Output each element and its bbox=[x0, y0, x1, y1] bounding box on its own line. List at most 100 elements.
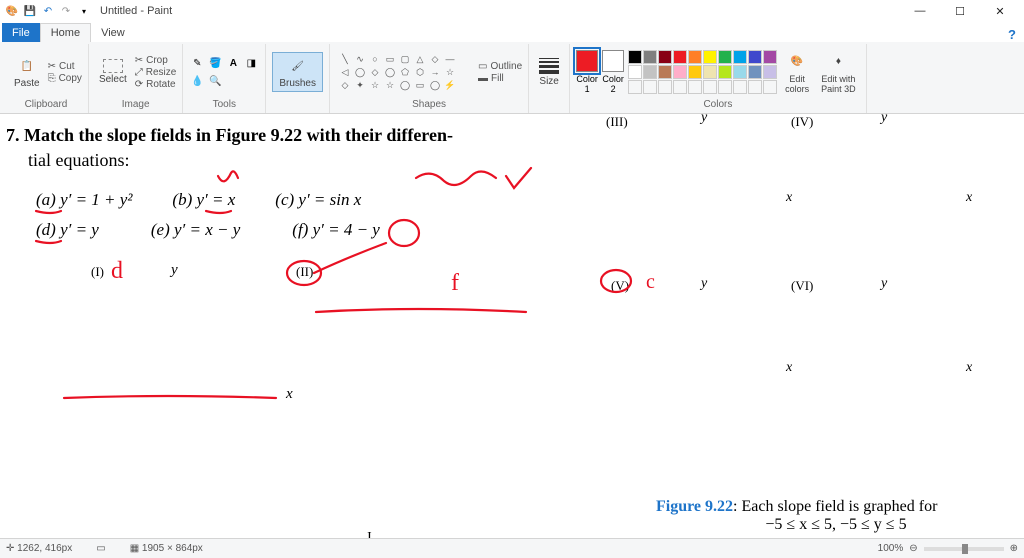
zoom-control: 100% ⊖ ⊕ bbox=[878, 543, 1018, 554]
copy-icon: ⎘ bbox=[48, 73, 56, 84]
group-colors: Color 1 Color 2 🎨 Edit colors ♦ Edit wit… bbox=[570, 44, 867, 113]
resize-button[interactable]: ⤢Resize bbox=[135, 67, 177, 78]
group-image: Select ✂Crop ⤢Resize ⟳Rotate Image bbox=[89, 44, 183, 113]
figure-label: Figure 9.22 bbox=[656, 498, 733, 515]
question-line2: tial equations: bbox=[28, 150, 129, 170]
size-label: Size bbox=[539, 76, 558, 87]
equation-a: (a) y′ = 1 + y² bbox=[36, 190, 132, 210]
cut-icon: ✂ bbox=[48, 61, 56, 72]
tab-home[interactable]: Home bbox=[40, 23, 91, 42]
equation-b: (b) y′ = x bbox=[172, 190, 235, 210]
canvas-area[interactable]: 7. Match the slope fields in Figure 9.22… bbox=[0, 114, 1024, 538]
redo-icon[interactable]: ↷ bbox=[58, 3, 74, 19]
rotate-button[interactable]: ⟳Rotate bbox=[135, 79, 177, 90]
brush-icon: 🖌 bbox=[287, 55, 309, 77]
equations-row2: (d) y′ = y (e) y′ = x − y (f) y′ = 4 − y bbox=[36, 220, 596, 240]
status-cursor: ✛ 1262, 416px bbox=[6, 543, 72, 554]
copy-button[interactable]: ⎘Copy bbox=[48, 73, 82, 84]
select-label: Select bbox=[99, 74, 127, 85]
label-III: (III) bbox=[606, 114, 628, 130]
customize-qat-icon[interactable]: ▾ bbox=[76, 3, 92, 19]
undo-icon[interactable]: ↶ bbox=[40, 3, 56, 19]
status-selection: ▭ bbox=[96, 543, 105, 554]
label-VI: (VI) bbox=[791, 278, 813, 294]
paint3d-button[interactable]: ♦ Edit with Paint 3D bbox=[817, 49, 860, 96]
figure-caption: Figure 9.22: Each slope field is graphed… bbox=[656, 498, 1016, 534]
pencil-tool-icon[interactable]: ✎ bbox=[189, 55, 205, 71]
select-button[interactable]: Select bbox=[95, 57, 131, 87]
crop-button[interactable]: ✂Crop bbox=[135, 55, 177, 66]
axis-y-I: y bbox=[171, 262, 178, 279]
color2-button[interactable]: Color 2 bbox=[602, 50, 624, 94]
magnifier-tool-icon[interactable]: 🔍 bbox=[207, 73, 223, 89]
size-icon bbox=[539, 58, 559, 74]
eraser-tool-icon[interactable]: ◨ bbox=[243, 55, 259, 71]
label-IV: (IV) bbox=[791, 114, 813, 130]
color1-swatch bbox=[576, 50, 598, 72]
status-bar: ✛ 1262, 416px ▭ ▦ 1905 × 864px 100% ⊖ ⊕ bbox=[0, 538, 1024, 558]
question-text: 7. Match the slope fields in Figure 9.22… bbox=[6, 123, 586, 173]
slopefield-VI: (VI) y x bbox=[806, 288, 961, 443]
resize-icon: ⤢ bbox=[135, 67, 143, 78]
equation-d: (d) y′ = y bbox=[36, 220, 99, 240]
maximize-button[interactable]: ☐ bbox=[940, 0, 980, 22]
label-II: (II) bbox=[296, 264, 313, 280]
color1-button[interactable]: Color 1 bbox=[576, 50, 598, 94]
zoom-slider[interactable] bbox=[924, 547, 1004, 551]
window-title: Untitled - Paint bbox=[100, 5, 172, 17]
brushes-label: Brushes bbox=[279, 78, 316, 89]
label-V: (V) bbox=[611, 278, 629, 294]
slopefield-II-svg bbox=[316, 278, 536, 508]
tab-view[interactable]: View bbox=[91, 23, 135, 42]
group-clipboard: 📋 Paste ✂Cut ⎘Copy Clipboard bbox=[4, 44, 89, 113]
axis-x-I: x bbox=[286, 386, 293, 403]
selection-icon: ▭ bbox=[96, 543, 105, 554]
slopefield-IV-svg bbox=[806, 118, 961, 273]
color2-label: Color 2 bbox=[602, 74, 624, 94]
shapes-gallery[interactable]: ╲∿○▭▢△◇— ◁◯◇◯⬠⬡→☆ ◇✦☆☆◯▭◯⚡ bbox=[336, 51, 474, 93]
text-tool-icon[interactable]: A bbox=[225, 55, 241, 71]
ribbon: 📋 Paste ✂Cut ⎘Copy Clipboard Select ✂Cro… bbox=[0, 42, 1024, 114]
zoom-out-button[interactable]: ⊖ bbox=[909, 543, 917, 554]
slopefield-V: (V) y x bbox=[626, 288, 781, 443]
paste-icon: 📋 bbox=[16, 55, 38, 77]
status-size: ▦ 1905 × 864px bbox=[130, 543, 203, 554]
group-clipboard-label: Clipboard bbox=[25, 98, 68, 111]
tab-file[interactable]: File bbox=[2, 23, 40, 42]
slopefield-IV: (IV) y x bbox=[806, 118, 961, 273]
zoom-handle[interactable] bbox=[962, 544, 968, 554]
picker-tool-icon[interactable]: 💧 bbox=[189, 73, 205, 89]
help-icon[interactable]: ? bbox=[1008, 27, 1016, 42]
window-controls: — ☐ ✕ bbox=[900, 0, 1020, 22]
crop-icon: ✂ bbox=[135, 55, 143, 66]
brushes-button[interactable]: 🖌 Brushes bbox=[272, 52, 323, 92]
size-button[interactable]: Size bbox=[535, 56, 563, 89]
close-button[interactable]: ✕ bbox=[980, 0, 1020, 22]
slopefield-VI-svg bbox=[806, 288, 961, 443]
equation-f: (f) y′ = 4 − y bbox=[292, 220, 380, 240]
select-icon bbox=[103, 59, 123, 73]
group-shapes: ╲∿○▭▢△◇— ◁◯◇◯⬠⬡→☆ ◇✦☆☆◯▭◯⚡ ▭Outline ▬Fil… bbox=[330, 44, 529, 113]
fill-tool-icon[interactable]: 🪣 bbox=[207, 55, 223, 71]
annotation-j: J bbox=[366, 530, 372, 538]
outline-icon: ▭ bbox=[478, 61, 487, 72]
color-palette[interactable] bbox=[628, 50, 777, 94]
group-colors-label: Colors bbox=[703, 98, 732, 111]
question-number: 7. Match the slope fields in Figure 9.22… bbox=[6, 125, 453, 145]
slopefield-III-svg bbox=[626, 118, 781, 273]
paint-canvas[interactable]: 7. Match the slope fields in Figure 9.22… bbox=[6, 118, 1018, 538]
save-icon[interactable]: 💾 bbox=[22, 3, 38, 19]
zoom-label: 100% bbox=[878, 543, 904, 554]
edit-colors-button[interactable]: 🎨 Edit colors bbox=[781, 49, 813, 96]
size-info-icon: ▦ bbox=[130, 543, 142, 554]
slopefield-I: (I) y x bbox=[61, 278, 281, 508]
paste-button[interactable]: 📋 Paste bbox=[10, 53, 44, 91]
rotate-icon: ⟳ bbox=[135, 79, 143, 90]
cut-button[interactable]: ✂Cut bbox=[48, 61, 82, 72]
outline-button[interactable]: ▭Outline bbox=[478, 61, 522, 72]
slopefield-II: (II) bbox=[316, 278, 536, 508]
minimize-button[interactable]: — bbox=[900, 0, 940, 22]
zoom-in-button[interactable]: ⊕ bbox=[1010, 543, 1018, 554]
group-brushes-label bbox=[296, 98, 299, 111]
fill-button[interactable]: ▬Fill bbox=[478, 73, 522, 84]
